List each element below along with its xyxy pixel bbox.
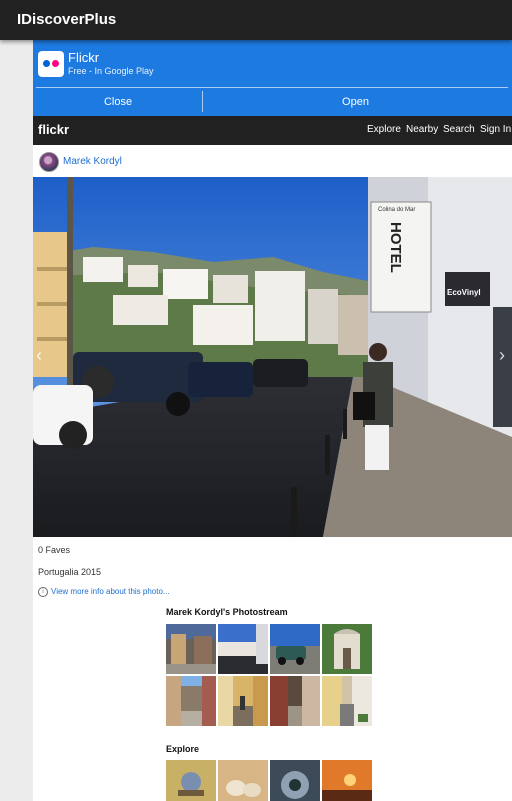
flickr-logo[interactable]: flickr: [38, 122, 69, 137]
chevron-right-icon[interactable]: ›: [499, 345, 505, 366]
photostream-thumb[interactable]: [218, 624, 268, 674]
photostream-title: Marek Kordyl's Photostream: [166, 607, 288, 617]
app-install-banner: Flickr Free - In Google Play Close Open: [33, 40, 512, 116]
photo-owner-row: Marek Kordyl: [33, 145, 512, 177]
photostream-thumb[interactable]: [218, 676, 268, 726]
faves-count: 0 Faves: [38, 545, 71, 555]
hotel-sign-small: Colina do Mar: [378, 207, 415, 213]
chevron-left-icon[interactable]: ‹: [36, 345, 42, 366]
banner-open-button[interactable]: Open: [203, 90, 508, 114]
banner-app-name: Flickr: [68, 50, 100, 65]
more-info-link[interactable]: i View more info about this photo...: [38, 587, 170, 597]
hotel-sign: HOTEL: [387, 222, 404, 273]
webview-page[interactable]: Flickr Free - In Google Play Close Open …: [33, 40, 512, 801]
nav-search[interactable]: Search: [443, 124, 475, 135]
explore-thumb[interactable]: [322, 760, 372, 801]
explore-title: Explore: [166, 744, 200, 754]
photostream-thumb[interactable]: [166, 624, 216, 674]
avatar[interactable]: [39, 152, 59, 172]
info-icon: i: [38, 587, 48, 597]
explore-thumb[interactable]: [270, 760, 320, 801]
banner-divider: [36, 87, 508, 88]
nav-explore[interactable]: Explore: [367, 124, 401, 135]
store-sign: EcoVinyl: [447, 288, 481, 297]
photostream-thumb[interactable]: [270, 624, 320, 674]
explore-thumb[interactable]: [166, 760, 216, 801]
photostream-thumb[interactable]: [322, 676, 372, 726]
banner-close-button[interactable]: Close: [33, 90, 203, 114]
flickr-app-icon: [38, 51, 64, 77]
nav-sign-in[interactable]: Sign In: [480, 124, 511, 135]
nav-nearby[interactable]: Nearby: [406, 124, 438, 135]
owner-name-link[interactable]: Marek Kordyl: [63, 156, 122, 167]
photostream-thumb[interactable]: [270, 676, 320, 726]
explore-thumb[interactable]: [218, 760, 268, 801]
more-info-text: View more info about this photo...: [51, 587, 170, 597]
app-title: IDiscoverPlus: [17, 11, 117, 28]
app-bar: IDiscoverPlus: [0, 0, 512, 40]
main-photo[interactable]: Colina do Mar HOTEL EcoVinyl: [33, 177, 512, 537]
photo-title: Portugalia 2015: [38, 567, 102, 577]
photostream-thumb[interactable]: [166, 676, 216, 726]
banner-subtitle: Free - In Google Play: [68, 66, 154, 76]
photostream-thumb[interactable]: [322, 624, 372, 674]
flickr-header: flickr Explore Nearby Search Sign In: [33, 116, 512, 145]
